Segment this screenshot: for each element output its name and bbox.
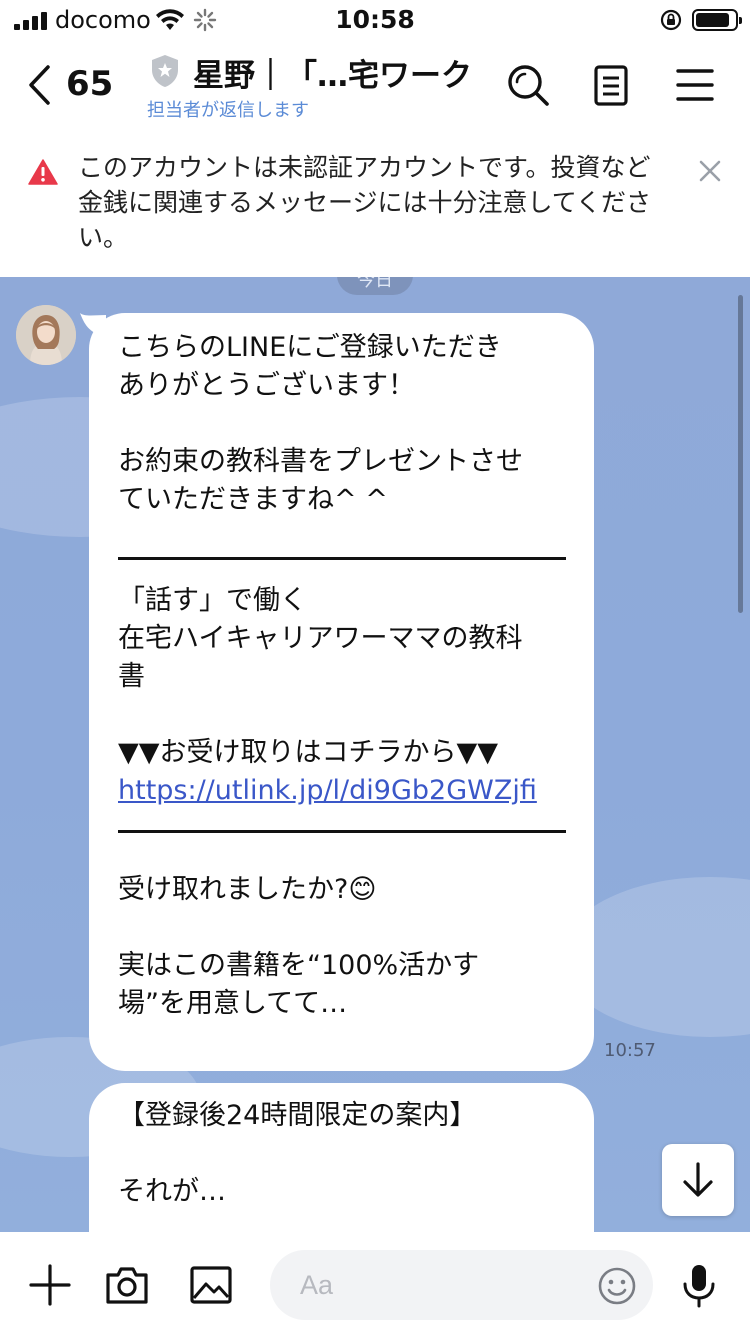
book-link[interactable]: https://utlink.jp/l/di9Gb2GWZjfi	[118, 772, 566, 810]
status-bar: docomo 10:58	[0, 0, 750, 40]
message-input-bar	[0, 1232, 750, 1334]
date-separator: 今日	[337, 277, 413, 295]
microphone-icon[interactable]	[676, 1262, 722, 1308]
search-icon[interactable]	[505, 62, 551, 108]
unread-count: 65	[66, 64, 114, 104]
camera-icon[interactable]	[104, 1262, 150, 1308]
emoji-icon[interactable]	[597, 1266, 637, 1306]
image-icon[interactable]	[188, 1262, 234, 1308]
notes-icon[interactable]	[588, 62, 634, 108]
warning-icon	[28, 159, 58, 185]
message-field[interactable]	[270, 1250, 653, 1320]
back-button[interactable]: 65	[26, 62, 116, 108]
message-text: それが…	[118, 1176, 226, 1207]
message-bubble[interactable]: こちらのLINEにご登録いただき ありがとうございます！ お約束の教科書をプレゼ…	[89, 313, 594, 1071]
chat-timeline[interactable]: 今日 こちらのLINEにご登録いただき ありがとうございます！ お約束の教科書を…	[0, 277, 750, 1232]
menu-icon[interactable]	[672, 62, 718, 108]
message-text: 【登録後24時間限定の案内】	[118, 1100, 477, 1131]
clock: 10:58	[335, 5, 415, 34]
avatar[interactable]	[16, 305, 76, 365]
message-text: 受け取れましたか?😊	[118, 874, 377, 905]
message-input[interactable]	[300, 1250, 590, 1320]
message-text: こちらのLINEにご登録いただき ありがとうございます！	[118, 332, 502, 401]
scroll-to-bottom-button[interactable]	[662, 1144, 734, 1216]
close-icon[interactable]	[694, 155, 726, 187]
unverified-account-warning: このアカウントは未認証アカウントです。投資など金銭に関連するメッセージには十分注…	[0, 135, 750, 277]
rotation-lock-icon	[660, 9, 682, 31]
shield-icon	[152, 55, 178, 87]
message-text: お約束の教科書をプレゼントさせ ていただきますね^ ^	[118, 446, 523, 515]
battery-icon	[692, 9, 742, 31]
scrollbar[interactable]	[738, 295, 743, 613]
plus-icon[interactable]	[27, 1262, 73, 1308]
message-bubble[interactable]: 【登録後24時間限定の案内】 それが…	[89, 1083, 594, 1232]
receive-label: ▼▼お受け取りはコチラから▼▼	[118, 737, 499, 768]
message-text: 実はこの書籍を“100%活かす 場”を用意してて…	[118, 950, 480, 1019]
message-time: 10:57	[604, 1040, 656, 1061]
chat-title[interactable]: 星野｜「…宅ワーク	[193, 50, 478, 95]
back-chevron-icon	[29, 65, 50, 105]
chat-subtitle: 担当者が返信します	[147, 100, 309, 121]
arrow-down-icon	[683, 1162, 713, 1197]
warning-text: このアカウントは未認証アカウントです。投資など金銭に関連するメッセージには十分注…	[78, 153, 652, 252]
divider	[118, 557, 566, 560]
divider	[118, 830, 566, 833]
chat-header: 65 星野｜「…宅ワーク 担当者が返信します	[0, 40, 750, 135]
book-title: 「話す」で働く 在宅ハイキャリアワーママの教科 書	[118, 585, 523, 692]
